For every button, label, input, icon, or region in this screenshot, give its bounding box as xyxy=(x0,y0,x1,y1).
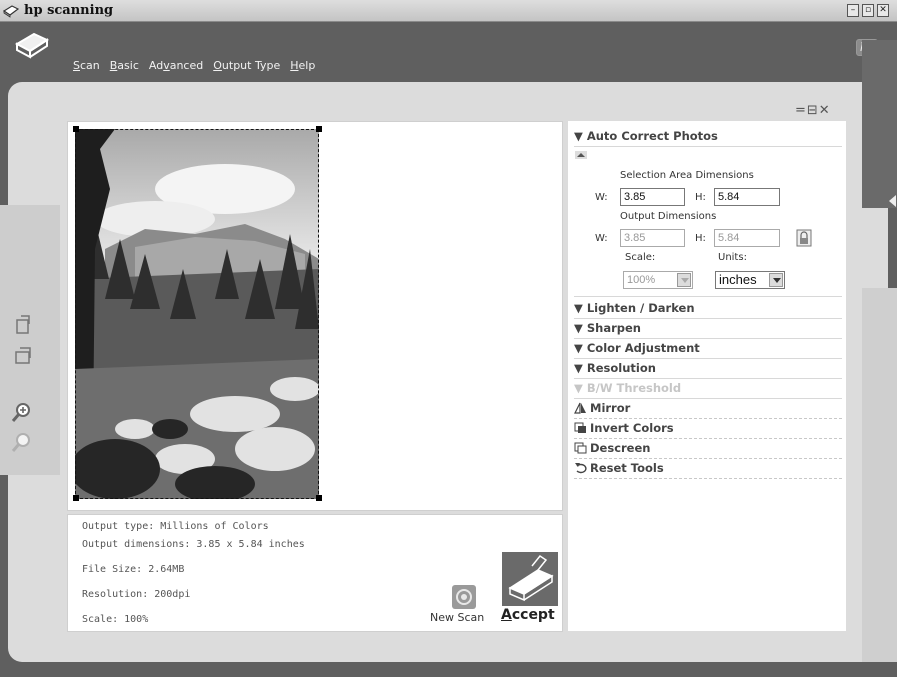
accept-scan-icon[interactable] xyxy=(502,552,558,606)
reset-tools-button[interactable]: Reset Tools xyxy=(590,461,664,475)
divider xyxy=(574,478,842,479)
maximize-button[interactable]: ▫ xyxy=(862,4,874,17)
divider xyxy=(574,296,842,297)
side-tab-lower xyxy=(862,288,897,662)
resolution-text: Resolution: 200dpi xyxy=(82,589,191,600)
selection-box[interactable] xyxy=(75,129,319,499)
mirror-icon xyxy=(574,402,586,414)
descreen-icon xyxy=(574,442,587,454)
output-dimensions-label: Output Dimensions xyxy=(620,211,717,222)
units-label: Units: xyxy=(718,252,747,263)
window-title: hp scanning xyxy=(24,3,114,18)
divider xyxy=(574,398,842,399)
descreen-button[interactable]: Descreen xyxy=(590,441,650,455)
menu-advanced[interactable]: Advanced xyxy=(149,59,203,72)
height-label: H: xyxy=(695,233,706,244)
menu-basic[interactable]: Basic xyxy=(110,59,139,72)
lock-icon[interactable] xyxy=(796,229,812,247)
divider xyxy=(574,438,842,439)
new-scan-button[interactable]: New Scan xyxy=(430,611,484,624)
close-button[interactable]: ✕ xyxy=(877,4,889,17)
side-tab[interactable] xyxy=(862,40,897,208)
sharpen-header[interactable]: ▼ Sharpen xyxy=(574,321,641,335)
reset-icon xyxy=(575,463,587,474)
invert-colors-icon xyxy=(574,422,586,433)
divider xyxy=(574,418,842,419)
rotate-right-icon[interactable] xyxy=(12,345,34,367)
output-height-input: 5.84 xyxy=(714,229,780,247)
selection-handle[interactable] xyxy=(73,495,79,501)
rotate-left-icon[interactable] xyxy=(12,314,34,336)
divider xyxy=(574,358,842,359)
resolution-header[interactable]: ▼ Resolution xyxy=(574,361,656,375)
divider xyxy=(574,338,842,339)
height-label: H: xyxy=(695,192,706,203)
chevron-down-icon[interactable] xyxy=(769,273,783,287)
file-size-text: File Size: 2.64MB xyxy=(82,564,185,575)
selection-area-dimensions-label: Selection Area Dimensions xyxy=(620,170,754,181)
accept-button[interactable]: Accept xyxy=(501,607,555,623)
selection-handle[interactable] xyxy=(316,495,322,501)
output-type-text: Output type: Millions of Colors xyxy=(82,521,269,532)
scanner-icon xyxy=(3,5,19,18)
chevron-down-icon xyxy=(677,273,691,287)
width-label: W: xyxy=(595,192,608,203)
menu-scan[interactable]: Scan xyxy=(73,59,100,72)
hp-scanner-logo-icon xyxy=(14,32,50,59)
selection-handle[interactable] xyxy=(316,126,322,132)
auto-correct-photos-header[interactable]: ▼ Auto Correct Photos xyxy=(574,129,718,143)
output-info-panel: Output type: Millions of Colors Output d… xyxy=(67,514,563,632)
mirror-button[interactable]: Mirror xyxy=(590,401,630,415)
lighten-darken-header[interactable]: ▼ Lighten / Darken xyxy=(574,301,695,315)
scale-text: Scale: 100% xyxy=(82,614,149,625)
menu-help[interactable]: Help xyxy=(290,59,315,72)
collapse-up-icon[interactable] xyxy=(575,151,587,159)
output-dimensions-text: Output dimensions: 3.85 x 5.84 inches xyxy=(82,539,305,550)
bw-threshold-header: ▼ B/W Threshold xyxy=(574,381,682,395)
divider xyxy=(574,378,842,379)
divider xyxy=(574,458,842,459)
width-label: W: xyxy=(595,233,608,244)
divider xyxy=(574,146,842,147)
title-bar: hp scanning – ▫ ✕ xyxy=(0,0,897,22)
scale-select: 100% xyxy=(623,271,693,289)
app-header: Scan Basic Advanced Output Type Help hp xyxy=(0,22,897,82)
color-adjustment-header[interactable]: ▼ Color Adjustment xyxy=(574,341,700,355)
zoom-in-icon[interactable] xyxy=(10,402,32,424)
menu-bar: Scan Basic Advanced Output Type Help xyxy=(73,59,315,72)
output-width-input: 3.85 xyxy=(620,229,685,247)
new-scan-icon[interactable] xyxy=(452,585,476,609)
selection-width-input[interactable]: 3.85 xyxy=(620,188,685,206)
selection-handle[interactable] xyxy=(73,126,79,132)
divider xyxy=(574,318,842,319)
collapse-arrow-icon[interactable] xyxy=(889,195,896,207)
menu-output-type[interactable]: Output Type xyxy=(213,59,280,72)
invert-colors-button[interactable]: Invert Colors xyxy=(590,421,674,435)
units-select[interactable]: inches xyxy=(715,271,785,289)
app-window: hp scanning – ▫ ✕ Scan Basic Advanced Ou… xyxy=(0,0,897,677)
selection-height-input[interactable]: 5.84 xyxy=(714,188,780,206)
scale-label: Scale: xyxy=(625,252,656,263)
tools-panel: ▼ Auto Correct Photos Selection Area Dim… xyxy=(568,121,846,631)
zoom-out-icon[interactable] xyxy=(10,432,32,454)
panel-controls[interactable]: =⊟✕ xyxy=(795,103,831,118)
minimize-button[interactable]: – xyxy=(847,4,859,17)
